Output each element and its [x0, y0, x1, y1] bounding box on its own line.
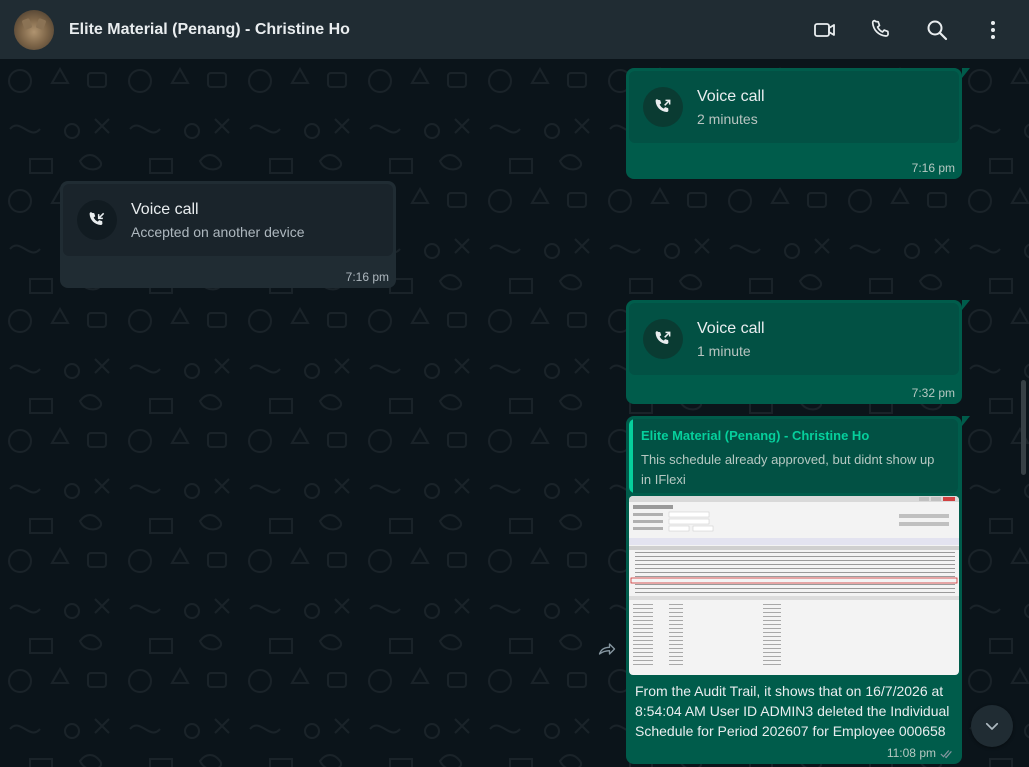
chat-header: Elite Material (Penang) - Christine Ho	[0, 0, 1029, 59]
message-time: 7:16 pm	[911, 161, 955, 175]
call-card[interactable]: Voice call 2 minutes	[629, 71, 959, 143]
menu-dots-icon[interactable]	[980, 17, 1006, 43]
call-duration: 2 minutes	[697, 110, 758, 127]
audit-trail-screenshot[interactable]	[629, 496, 959, 675]
call-title: Voice call	[697, 319, 765, 337]
chevron-down-icon	[985, 722, 999, 730]
scroll-to-bottom-button[interactable]	[971, 705, 1013, 747]
call-status: Accepted on another device	[131, 223, 305, 240]
call-title: Voice call	[697, 87, 765, 105]
double-check-icon	[940, 747, 954, 759]
bubble-tail	[962, 68, 970, 78]
message-time: 7:32 pm	[911, 386, 955, 400]
message-bubble[interactable]: Elite Material (Penang) - Christine Ho T…	[626, 416, 970, 764]
call-title: Voice call	[131, 200, 199, 218]
quoted-message[interactable]: Elite Material (Penang) - Christine Ho T…	[629, 419, 958, 493]
outgoing-call-icon	[643, 87, 683, 127]
video-call-icon[interactable]	[812, 17, 838, 43]
contact-avatar[interactable]	[14, 9, 54, 50]
forward-icon[interactable]	[596, 638, 618, 660]
call-card[interactable]: Voice call Accepted on another device	[63, 184, 393, 256]
search-icon[interactable]	[924, 17, 950, 43]
call-duration: 1 minute	[697, 342, 751, 359]
incoming-call-icon	[77, 200, 117, 240]
call-card[interactable]: Voice call 1 minute	[629, 303, 959, 375]
bubble-tail	[962, 416, 970, 426]
message-time: 7:16 pm	[345, 270, 389, 284]
quoted-sender: Elite Material (Penang) - Christine Ho	[641, 428, 870, 443]
bubble-tail	[962, 300, 970, 310]
outgoing-call-icon	[643, 319, 683, 359]
phone-icon[interactable]	[868, 17, 894, 43]
message-caption: From the Audit Trail, it shows that on 1…	[635, 683, 950, 739]
message-bubble[interactable]: Voice call 2 minutes 7:16 pm	[626, 68, 970, 179]
message-time: 11:08 pm	[886, 746, 936, 760]
quoted-text: This schedule already approved, but didn…	[641, 452, 935, 487]
message-bubble[interactable]: Voice call Accepted on another device 7:…	[60, 181, 396, 288]
message-bubble[interactable]: Voice call 1 minute 7:32 pm	[626, 300, 970, 404]
chat-area[interactable]: Voice call 2 minutes 7:16 pm Voice call …	[0, 59, 1029, 767]
contact-name[interactable]: Elite Material (Penang) - Christine Ho	[69, 21, 350, 39]
chat-scrollbar[interactable]	[1021, 380, 1026, 475]
